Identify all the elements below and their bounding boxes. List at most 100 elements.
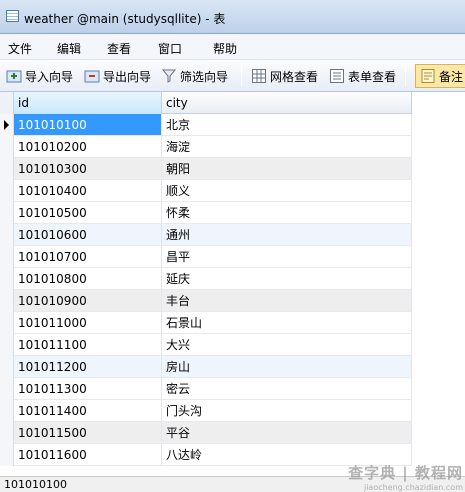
row-header[interactable]	[0, 224, 14, 246]
row-header[interactable]	[0, 290, 14, 312]
row-header[interactable]	[0, 158, 14, 180]
row-header[interactable]	[0, 422, 14, 444]
row-header-corner	[0, 92, 14, 114]
watermark-url: jiaocheng.chazidian.com	[363, 483, 463, 492]
grid-header: id city	[0, 92, 412, 114]
grid-view-label: 网格查看	[270, 69, 319, 84]
cell-id[interactable]: 101010300	[14, 158, 162, 180]
toolbar-separator	[241, 66, 242, 86]
table-row[interactable]: 101011000 石景山	[0, 312, 412, 334]
grid-rows: 101010100 北京 101010200 海淀 101010300 朝阳 1010104…	[0, 114, 412, 466]
cell-id[interactable]: 101011400	[14, 400, 162, 422]
table-row[interactable]: 101011100 大兴	[0, 334, 412, 356]
cell-city[interactable]: 丰台	[162, 290, 412, 312]
grid-icon	[252, 69, 266, 83]
table-icon	[6, 10, 19, 22]
cell-city[interactable]: 怀柔	[162, 202, 412, 224]
row-header[interactable]	[0, 356, 14, 378]
cell-id[interactable]: 101010900	[14, 290, 162, 312]
row-header[interactable]	[0, 378, 14, 400]
row-header[interactable]	[0, 312, 14, 334]
status-bar: 101010100 查字典 | 教程网 jiaocheng.chazidian.…	[0, 464, 465, 492]
table-row[interactable]: 101011300 密云	[0, 378, 412, 400]
form-icon	[330, 69, 344, 83]
cell-id[interactable]: 101010500	[14, 202, 162, 224]
cell-city[interactable]: 房山	[162, 356, 412, 378]
toolbar-separator	[405, 66, 406, 86]
row-header[interactable]	[0, 246, 14, 268]
table-row[interactable]: 101010600 通州	[0, 224, 412, 246]
menu-bar: 文件 编辑 查看 窗口 帮助	[0, 34, 465, 60]
memo-button[interactable]: 备注	[415, 64, 465, 88]
row-header[interactable]	[0, 444, 14, 466]
export-wizard-button[interactable]: 导出向导	[84, 65, 151, 87]
filter-wizard-label: 筛选向导	[180, 69, 229, 84]
window-title: weather @main (studysqllite) - 表	[24, 12, 226, 26]
cell-id[interactable]: 101011000	[14, 312, 162, 334]
row-header[interactable]	[0, 202, 14, 224]
cell-city[interactable]: 海淀	[162, 136, 412, 158]
filter-icon	[161, 69, 177, 83]
cell-id[interactable]: 101010700	[14, 246, 162, 268]
cell-city[interactable]: 门头沟	[162, 400, 412, 422]
watermark-title: 查字典 | 教程网	[348, 464, 463, 482]
row-header[interactable]	[0, 334, 14, 356]
cell-id[interactable]: 101011200	[14, 356, 162, 378]
filter-wizard-button[interactable]: 筛选向导	[161, 65, 228, 87]
cell-id[interactable]: 101010200	[14, 136, 162, 158]
menu-edit[interactable]: 编辑	[57, 40, 81, 57]
cell-city[interactable]: 石景山	[162, 312, 412, 334]
cell-id[interactable]: 101011500	[14, 422, 162, 444]
row-header[interactable]	[0, 180, 14, 202]
table-row[interactable]: 101010200 海淀	[0, 136, 412, 158]
row-header[interactable]	[0, 268, 14, 290]
cell-id[interactable]: 101010600	[14, 224, 162, 246]
memo-icon	[421, 69, 435, 83]
cell-city[interactable]: 密云	[162, 378, 412, 400]
cell-id[interactable]: 101011300	[14, 378, 162, 400]
import-icon	[6, 70, 22, 83]
column-header-city[interactable]: city	[162, 92, 412, 114]
data-grid[interactable]: id city 101010100 北京 101010200 海淀 101010300 朝…	[0, 92, 465, 476]
table-row[interactable]: 101011500 平谷	[0, 422, 412, 444]
title-bar: weather @main (studysqllite) - 表	[0, 0, 465, 34]
cell-id[interactable]: 101011100	[14, 334, 162, 356]
cell-id[interactable]: 101011600	[14, 444, 162, 466]
table-row[interactable]: 101010900 丰台	[0, 290, 412, 312]
grid-view-button[interactable]: 网格查看	[251, 65, 318, 87]
row-header[interactable]	[0, 400, 14, 422]
export-wizard-label: 导出向导	[103, 69, 152, 84]
row-header[interactable]	[0, 114, 14, 136]
cell-id[interactable]: 101010400	[14, 180, 162, 202]
table-row[interactable]: 101010300 朝阳	[0, 158, 412, 180]
menu-view[interactable]: 查看	[107, 40, 131, 57]
cell-id[interactable]: 101010800	[14, 268, 162, 290]
cell-id[interactable]: 101010100	[14, 114, 162, 136]
cell-city[interactable]: 大兴	[162, 334, 412, 356]
table-row[interactable]: 101011400 门头沟	[0, 400, 412, 422]
table-row[interactable]: 101010700 昌平	[0, 246, 412, 268]
table-row[interactable]: 101010500 怀柔	[0, 202, 412, 224]
column-header-id[interactable]: id	[14, 92, 162, 114]
cell-city[interactable]: 通州	[162, 224, 412, 246]
toolbar: 导入向导 导出向导 筛选向导 网格查看 表单查看 备注	[0, 60, 465, 92]
table-row[interactable]: 101010400 顺义	[0, 180, 412, 202]
form-view-button[interactable]: 表单查看	[329, 65, 396, 87]
cell-city[interactable]: 延庆	[162, 268, 412, 290]
table-row[interactable]: 101010100 北京	[0, 114, 412, 136]
menu-file[interactable]: 文件	[8, 40, 32, 57]
table-row[interactable]: 101011200 房山	[0, 356, 412, 378]
menu-window[interactable]: 窗口	[158, 40, 182, 57]
cell-city[interactable]: 朝阳	[162, 158, 412, 180]
cell-city[interactable]: 北京	[162, 114, 412, 136]
watermark: 查字典 | 教程网 jiaocheng.chazidian.com	[348, 462, 463, 492]
import-wizard-label: 导入向导	[25, 69, 74, 84]
cell-city[interactable]: 顺义	[162, 180, 412, 202]
memo-label: 备注	[439, 69, 464, 84]
table-row[interactable]: 101010800 延庆	[0, 268, 412, 290]
menu-help[interactable]: 帮助	[213, 40, 237, 57]
import-wizard-button[interactable]: 导入向导	[6, 65, 73, 87]
row-header[interactable]	[0, 136, 14, 158]
cell-city[interactable]: 平谷	[162, 422, 412, 444]
cell-city[interactable]: 昌平	[162, 246, 412, 268]
